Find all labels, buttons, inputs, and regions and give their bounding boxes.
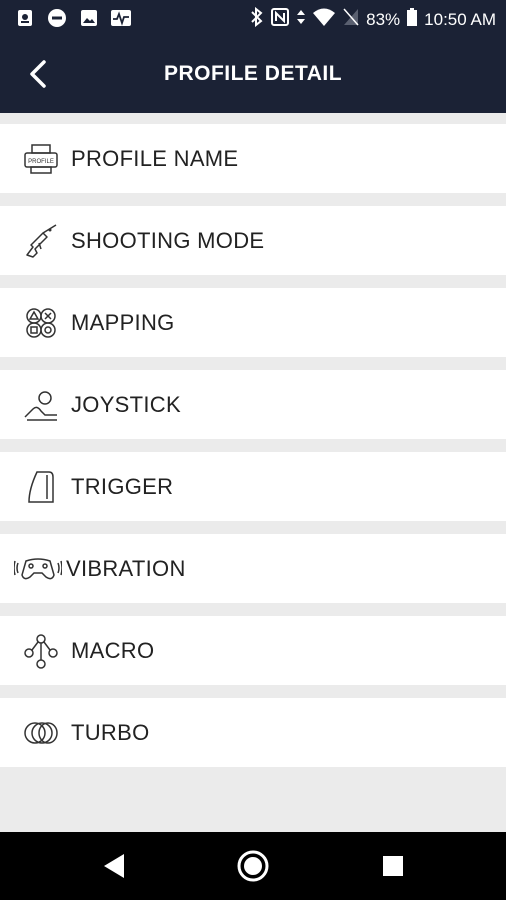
system-nav-bar [0, 832, 506, 900]
menu-item-label: MACRO [71, 637, 155, 663]
no-sim-icon [342, 7, 360, 32]
menu-item-shooting-mode[interactable]: SHOOTING MODE [0, 206, 506, 275]
menu-item-label: SHOOTING MODE [71, 227, 265, 253]
app-bar: PROFILE DETAIL [0, 36, 506, 113]
menu-item-vibration[interactable]: VIBRATION [0, 534, 506, 603]
menu-item-profile-name[interactable]: PROFILE PROFILE NAME [0, 124, 506, 193]
nav-recents-button[interactable] [375, 848, 411, 884]
vibration-icon [14, 549, 62, 589]
battery-percent: 83% [366, 9, 401, 29]
macro-icon [21, 631, 61, 671]
turbo-icon [21, 713, 61, 753]
back-icon [104, 854, 124, 878]
menu-item-label: VIBRATION [66, 555, 186, 581]
dnd-icon [46, 7, 68, 29]
menu-item-label: PROFILE NAME [71, 145, 239, 171]
svg-text:PROFILE: PROFILE [28, 159, 54, 165]
bluetooth-icon [250, 6, 264, 32]
menu-item-trigger[interactable]: TRIGGER [0, 452, 506, 521]
data-icon [296, 7, 306, 32]
menu-item-label: TRIGGER [71, 473, 174, 499]
home-icon [237, 850, 269, 882]
menu-item-joystick[interactable]: JOYSTICK [0, 370, 506, 439]
nav-home-button[interactable] [235, 848, 271, 884]
menu-item-mapping[interactable]: MAPPING [0, 288, 506, 357]
profile-menu-list: PROFILE PROFILE NAME SHOOTING MODE MAPPI… [0, 124, 506, 780]
clock: 10:50 AM [424, 9, 496, 29]
battery-icon [406, 7, 418, 32]
menu-item-label: MAPPING [71, 309, 175, 335]
menu-item-macro[interactable]: MACRO [0, 616, 506, 685]
buttons-icon [21, 303, 61, 343]
wifi-icon [312, 7, 336, 32]
nfc-icon [270, 7, 290, 32]
nav-back-button[interactable] [96, 848, 132, 884]
joystick-icon [21, 385, 61, 425]
menu-item-label: JOYSTICK [71, 391, 181, 417]
menu-item-turbo[interactable]: TURBO [0, 698, 506, 767]
rifle-icon [21, 221, 61, 261]
settings-icon [14, 7, 36, 29]
menu-item-label: TURBO [71, 719, 150, 745]
printer-icon: PROFILE [21, 139, 61, 179]
recents-icon [383, 856, 403, 876]
page-title: PROFILE DETAIL [163, 62, 343, 85]
status-bar: 83% 10:50 AM [0, 0, 506, 36]
pulse-icon [110, 7, 132, 29]
image-icon [78, 7, 100, 29]
trigger-icon [21, 467, 61, 507]
